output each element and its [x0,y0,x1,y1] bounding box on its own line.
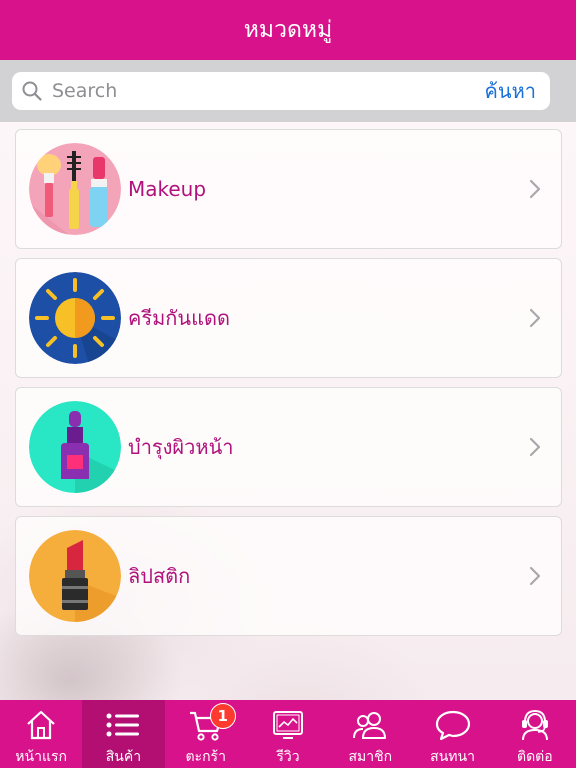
tab-home[interactable]: หน้าแรก [0,700,82,768]
category-item-lipstick[interactable]: ลิปสติก [15,516,562,636]
search-icon [12,72,52,110]
tab-label: สนทนา [430,749,475,765]
tab-members[interactable]: สมาชิก [329,700,411,768]
makeup-brushes-icon [29,143,121,235]
tab-label: ติดต่อ [516,749,553,765]
search-input[interactable] [52,72,472,110]
cart-badge: 1 [209,703,236,729]
search-bar: ค้นหา [0,60,576,122]
members-icon [352,707,388,743]
chevron-right-icon [529,179,541,203]
tab-chat[interactable]: สนทนา [411,700,493,768]
tab-label: สมาชิก [348,749,393,765]
category-item-sunscreen[interactable]: ครีมกันแดด [15,258,562,378]
category-list: Makeup ครีมกันแดด บำรุงผิวหน้า ลิปสติก [15,129,562,645]
category-label: Makeup [128,177,207,201]
tab-label: รีวิว [276,749,300,765]
tab-bar: หน้าแรก สินค้า 1 ตะกร้า รีวิว สมาชิก สนท… [0,700,576,768]
category-item-makeup[interactable]: Makeup [15,129,562,249]
tab-label: สินค้า [105,749,142,765]
tab-products[interactable]: สินค้า [82,700,165,768]
tab-contact[interactable]: ติดต่อ [494,700,576,768]
chevron-right-icon [529,566,541,590]
category-label: ครีมกันแดด [128,306,230,330]
category-item-facial-care[interactable]: บำรุงผิวหน้า [15,387,562,507]
category-label: บำรุงผิวหน้า [128,435,234,459]
support-icon [517,707,553,743]
serum-bottle-icon [29,401,121,493]
list-icon [105,707,141,743]
search-button[interactable]: ค้นหา [485,75,536,107]
tab-label: หน้าแรก [15,749,67,765]
review-icon [270,707,306,743]
page-title: หมวดหมู่ [243,17,333,43]
tab-label: ตะกร้า [185,749,226,765]
category-label: ลิปสติก [128,564,191,588]
chevron-right-icon [529,437,541,461]
tab-cart[interactable]: 1 ตะกร้า [165,700,247,768]
home-icon [23,707,59,743]
chat-icon [435,707,471,743]
lipstick-icon [29,530,121,622]
sun-icon [29,272,121,364]
header: หมวดหมู่ [0,0,576,60]
tab-reviews[interactable]: รีวิว [247,700,329,768]
chevron-right-icon [529,308,541,332]
search-box[interactable]: ค้นหา [12,72,550,110]
